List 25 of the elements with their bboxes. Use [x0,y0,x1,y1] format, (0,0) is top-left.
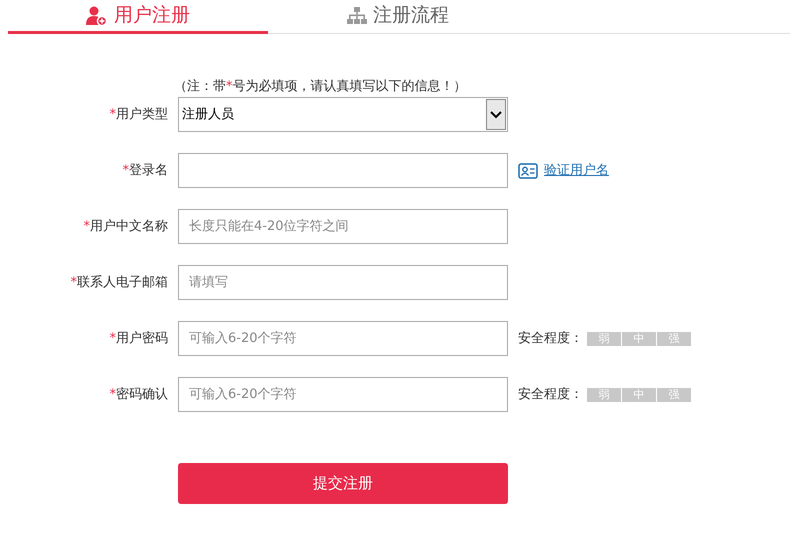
text-input[interactable]: 长度只能在4-20位字符之间 [178,209,508,244]
tab[interactable]: 注册流程 [268,0,528,34]
field-label: *用户中文名称 [84,218,168,236]
verify-username-link[interactable]: 验证用户名 [544,160,609,180]
text-input[interactable]: 可输入6-20个字符 [178,321,508,356]
text-input[interactable]: 可输入6-20个字符 [178,377,508,412]
tab-label: 注册流程 [373,3,449,28]
text-input[interactable]: 请填写 [178,265,508,300]
tab[interactable]: 用户注册 [8,0,268,34]
id-card-icon [518,162,538,178]
user-type-select[interactable]: 注册人员 [178,97,508,132]
field-label: *用户密码 [110,330,168,348]
field-label: *密码确认 [110,386,168,404]
strength-label: 安全程度： [518,330,583,348]
dropdown-icon[interactable] [486,99,506,130]
field-label: *登录名 [122,162,168,180]
field-label: *联系人电子邮箱 [70,274,168,292]
text-input[interactable] [178,153,508,188]
strength-label: 安全程度： [518,386,583,404]
user-add-icon [86,6,108,26]
tab-label: 用户注册 [114,3,190,28]
field-label: *用户类型 [110,106,168,124]
required-note: （注：带*号为必填项，请认真填写以下的信息！） [174,78,466,96]
sitemap-icon [347,6,367,24]
submit-button[interactable]: 提交注册 [178,463,508,504]
